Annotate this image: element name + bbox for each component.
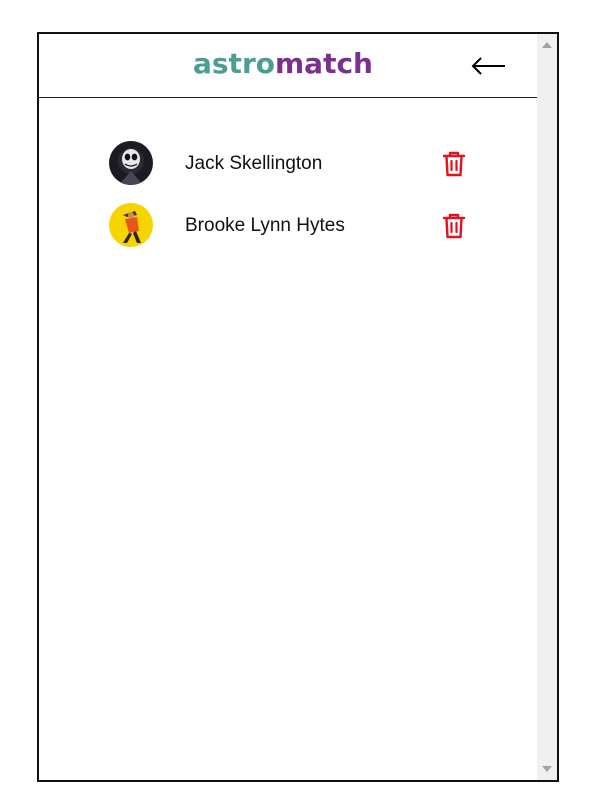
delete-match-button[interactable] xyxy=(441,150,467,178)
app-header: astromatch xyxy=(39,34,537,98)
match-name: Brooke Lynn Hytes xyxy=(185,215,345,236)
match-name: Jack Skellington xyxy=(185,153,323,174)
scroll-down-arrow-icon[interactable] xyxy=(542,766,552,772)
vertical-scrollbar[interactable] xyxy=(537,34,557,780)
logo-part-astro: astro xyxy=(193,47,275,80)
astromatch-logo: astromatch xyxy=(193,46,373,82)
avatar xyxy=(109,141,153,185)
trash-icon xyxy=(442,213,466,239)
app-frame: astromatch Jack Skellington Brooke Lynn … xyxy=(37,32,559,782)
match-row[interactable]: Jack Skellington xyxy=(109,141,469,187)
scroll-up-arrow-icon[interactable] xyxy=(542,42,552,48)
logo-part-match: match xyxy=(275,47,373,80)
trash-icon xyxy=(442,151,466,177)
avatar xyxy=(109,203,153,247)
back-button[interactable] xyxy=(469,48,509,84)
delete-match-button[interactable] xyxy=(441,212,467,240)
arrow-left-icon xyxy=(471,57,505,75)
match-row[interactable]: Brooke Lynn Hytes xyxy=(109,203,469,249)
